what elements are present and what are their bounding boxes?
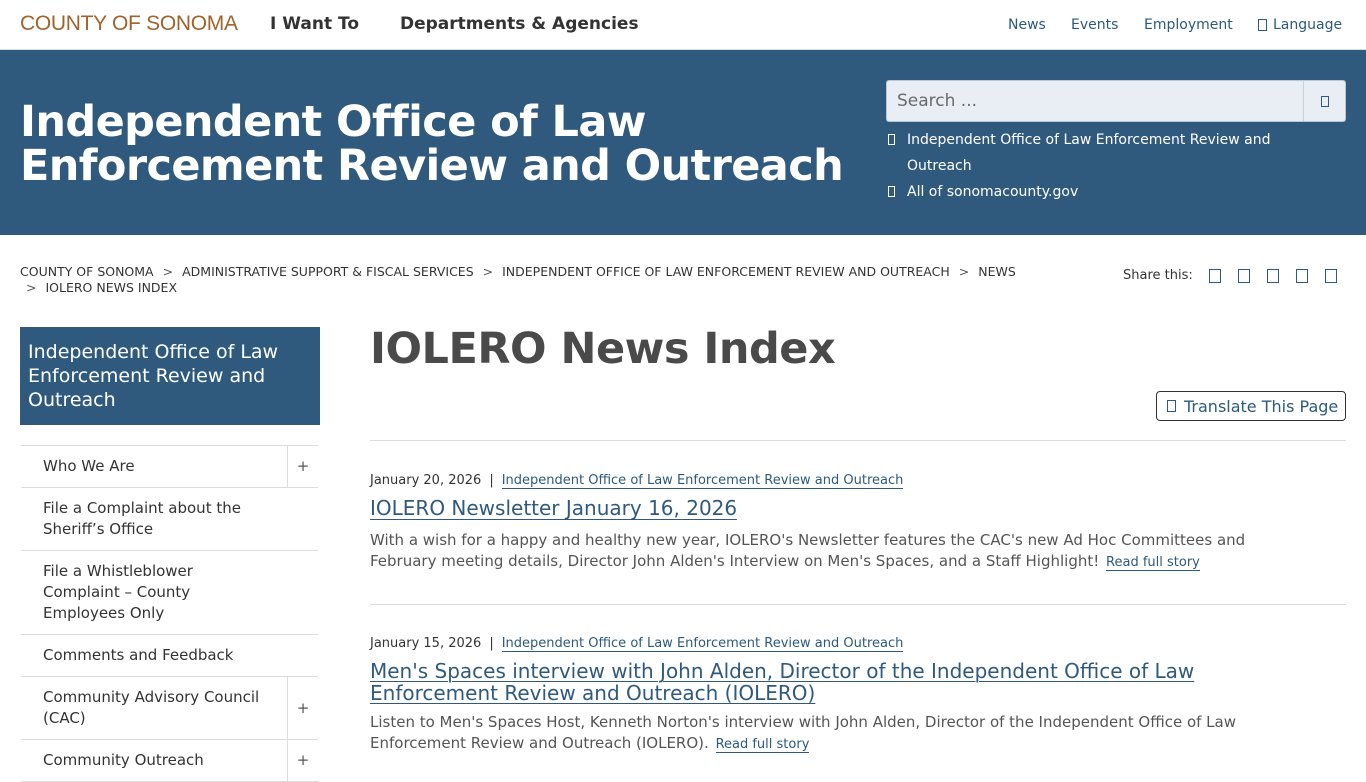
search-button[interactable] [1303,81,1345,121]
read-more-link[interactable]: Read full story [715,737,810,753]
page-banner: Independent Office of Law Enforcement Re… [0,50,1366,235]
sidebar-item-label: File a Complaint about the Sheriff’s Off… [43,499,241,538]
meta-separator: | [489,636,494,651]
sidebar-item-community-outreach[interactable]: Community Outreach + [21,740,318,782]
breadcrumb-item[interactable]: NEWS [978,264,1016,279]
article-department-link[interactable]: Independent Office of Law Enforcement Re… [501,636,904,652]
top-bar: COUNTY OF SONOMA I Want To Departments &… [0,0,1366,50]
article-title[interactable]: IOLERO Newsletter January 16, 2026 [370,497,738,520]
nav-events[interactable]: Events [1071,17,1118,33]
twitter-icon[interactable] [1237,268,1250,283]
radio-icon [888,134,895,145]
article-summary: Listen to Men's Spaces Host, Kenneth Nor… [370,712,1270,755]
breadcrumb-separator: > [26,280,37,295]
breadcrumb-separator: > [482,264,494,279]
breadcrumb-item[interactable]: COUNTY OF SONOMA [20,264,154,279]
nav-news[interactable]: News [1008,17,1046,33]
read-more-link[interactable]: Read full story [1106,555,1200,571]
article-meta: January 20, 2026 | Independent Office of L… [370,473,1330,489]
sidebar-item-file-complaint[interactable]: File a Complaint about the Sheriff’s Off… [21,488,318,551]
share-bar: Share this: [1123,268,1337,283]
county-logo[interactable]: COUNTY OF SONOMA [20,12,238,36]
nav-i-want-to[interactable]: I Want To [270,14,359,34]
sidebar-item-cac[interactable]: Community Advisory Council (CAC) + [21,677,318,740]
nav-language[interactable]: Language [1258,17,1342,33]
page-title: IOLERO News Index [370,324,836,374]
search-input[interactable] [887,81,1303,121]
search-scope-department[interactable]: Independent Office of Law Enforcement Re… [888,127,1328,179]
article-title[interactable]: Men's Spaces interview with John Alden, … [370,660,1250,704]
print-icon[interactable] [1324,268,1337,283]
expand-icon[interactable]: + [287,677,318,739]
nav-language-label: Language [1273,17,1343,33]
sidebar-heading[interactable]: Independent Office of Law Enforcement Re… [20,327,320,425]
breadcrumb-item[interactable]: ADMINISTRATIVE SUPPORT & FISCAL SERVICES [182,264,474,279]
meta-separator: | [489,473,494,488]
divider [370,440,1346,441]
linkedin-icon[interactable] [1266,268,1279,283]
article-date: January 20, 2026 [370,473,482,488]
article-department-link[interactable]: Independent Office of Law Enforcement Re… [501,473,904,489]
breadcrumb-separator: > [958,264,970,279]
search-box [886,80,1346,122]
breadcrumb-item[interactable]: INDEPENDENT OFFICE OF LAW ENFORCEMENT RE… [502,264,950,279]
department-title: Independent Office of Law Enforcement Re… [20,97,844,191]
share-label: Share this: [1123,268,1193,283]
facebook-icon[interactable] [1208,268,1221,283]
sidebar-item-label: Community Outreach [43,751,204,769]
sidebar-item-whistleblower[interactable]: File a Whistleblower Complaint – County … [21,551,318,635]
sidebar-item-comments-feedback[interactable]: Comments and Feedback [21,635,318,677]
sidebar-item-label: Who We Are [43,457,135,475]
translate-label: Translate This Page [1184,396,1339,416]
article-summary: With a wish for a happy and healthy new … [370,530,1270,573]
sidebar-item-who-we-are[interactable]: Who We Are + [21,446,318,488]
translate-icon [1167,400,1176,412]
sidebar-item-label: Comments and Feedback [43,646,234,664]
expand-icon[interactable]: + [287,446,318,487]
translate-button[interactable]: Translate This Page [1156,391,1346,421]
email-icon[interactable] [1295,268,1308,283]
nav-employment[interactable]: Employment [1144,17,1233,33]
search-icon [1320,95,1329,107]
divider [370,604,1346,605]
sidebar-item-label: File a Whistleblower Complaint – County … [43,562,193,622]
breadcrumb: COUNTY OF SONOMA > ADMINISTRATIVE SUPPORT … [20,264,1100,296]
sidebar-nav: Who We Are + File a Complaint about the … [21,445,318,782]
search-scope-department-label: Independent Office of Law Enforcement Re… [907,132,1271,174]
sidebar-item-label: Community Advisory Council (CAC) [43,688,260,727]
radio-icon [888,186,895,197]
article-date: January 15, 2026 [370,636,482,651]
news-article: January 15, 2026 | Independent Office of L… [370,636,1330,755]
article-meta: January 15, 2026 | Independent Office of L… [370,636,1330,652]
expand-icon[interactable]: + [287,740,318,781]
search-scope-all-label: All of sonomacounty.gov [907,184,1079,200]
search-scope-all[interactable]: All of sonomacounty.gov [888,179,1078,205]
nav-departments-agencies[interactable]: Departments & Agencies [400,14,639,34]
breadcrumb-separator: > [162,264,174,279]
globe-icon [1258,19,1267,31]
breadcrumb-current: IOLERO NEWS INDEX [45,280,178,295]
news-article: January 20, 2026 | Independent Office of L… [370,473,1330,573]
